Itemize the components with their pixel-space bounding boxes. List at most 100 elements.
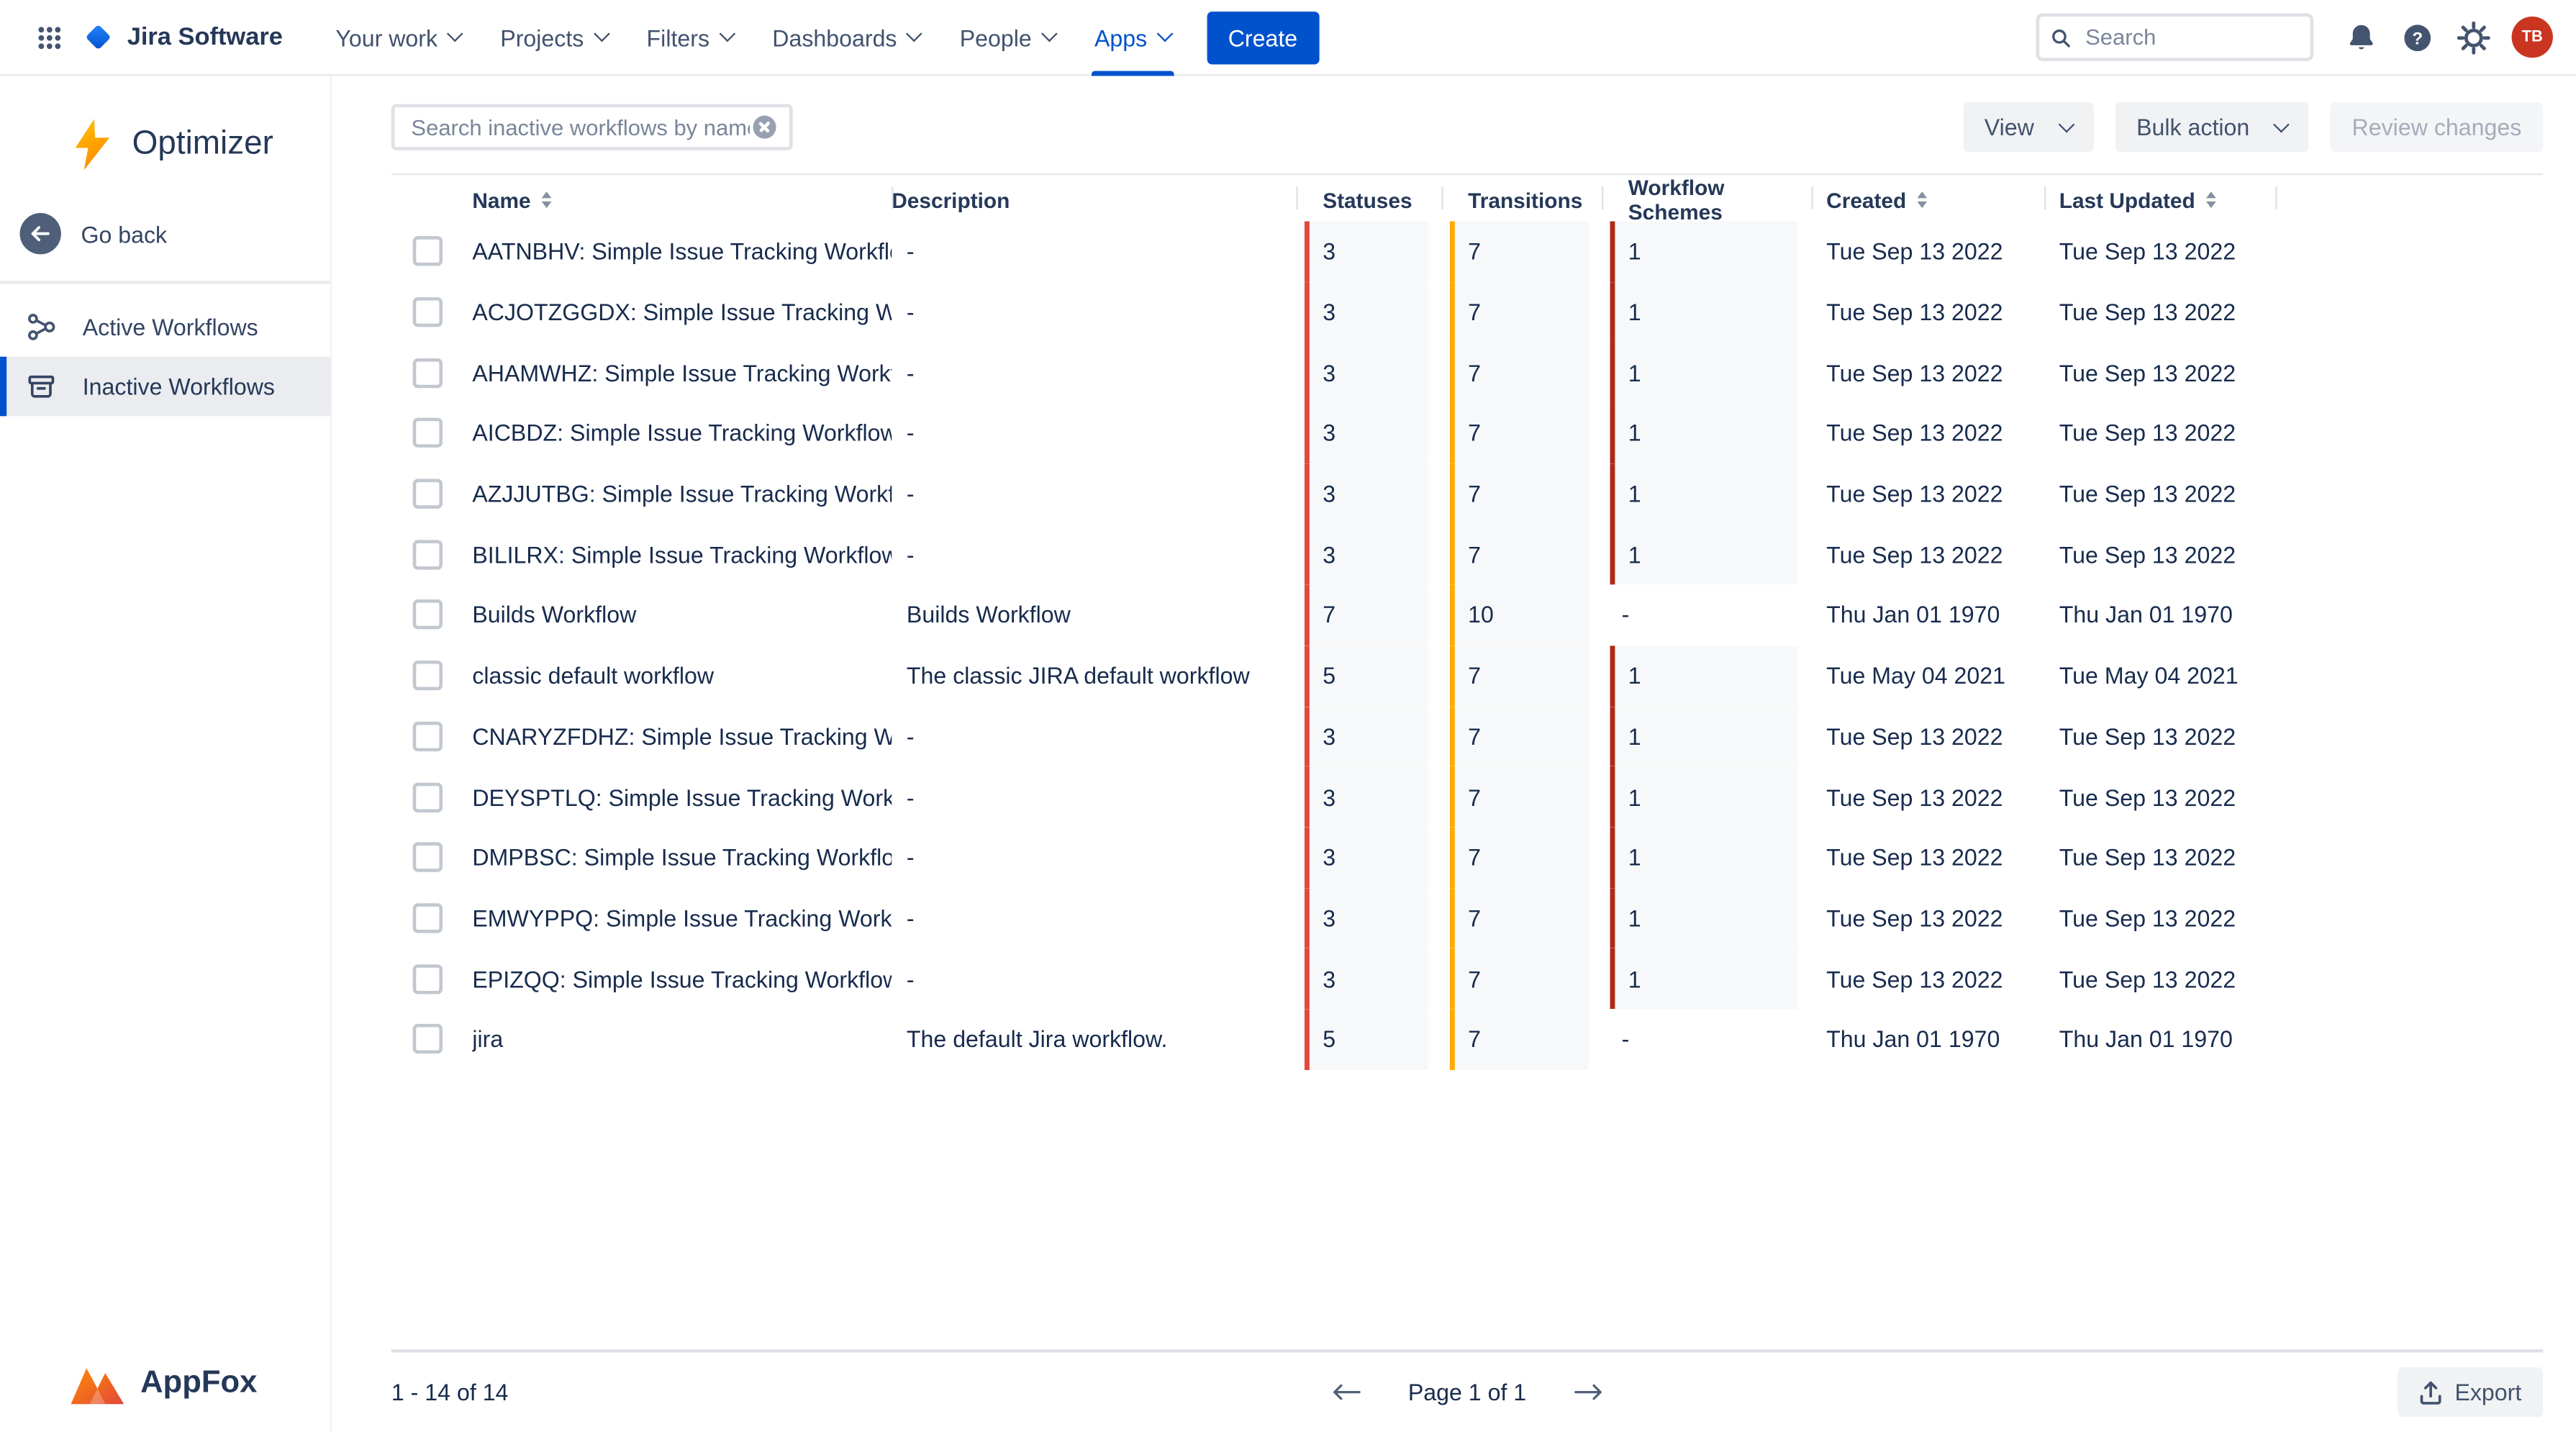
- prev-page-button[interactable]: [1329, 1379, 1364, 1405]
- settings-button[interactable]: [2447, 12, 2498, 63]
- row-created: Tue Sep 13 2022: [1812, 766, 2045, 827]
- row-schemes: 1: [1610, 706, 1799, 766]
- view-button[interactable]: View: [1963, 102, 2094, 152]
- row-name[interactable]: BILILRX: Simple Issue Tracking Workflow: [472, 524, 892, 584]
- row-description: -: [892, 463, 1296, 524]
- row-updated: Tue Sep 13 2022: [2044, 888, 2275, 948]
- next-page-button[interactable]: [1571, 1379, 1605, 1405]
- row-checkbox[interactable]: [413, 964, 443, 993]
- export-icon: [2418, 1379, 2441, 1404]
- row-name[interactable]: classic default workflow: [472, 645, 892, 706]
- table-footer: 1 - 14 of 14 Page 1 of 1 Exp: [391, 1349, 2543, 1432]
- archive-box-icon: [24, 370, 58, 403]
- sidebar-divider: [0, 281, 330, 284]
- table-row: AHAMWHZ: Simple Issue Tracking Workflow …: [391, 343, 2543, 403]
- row-checkbox[interactable]: [413, 297, 443, 327]
- nav-people[interactable]: People: [940, 0, 1074, 75]
- row-checkbox[interactable]: [413, 600, 443, 630]
- help-icon: ?: [2400, 21, 2434, 54]
- export-button[interactable]: Export: [2397, 1367, 2543, 1417]
- row-name[interactable]: DMPBSC: Simple Issue Tracking Workflow: [472, 827, 892, 887]
- go-back-button[interactable]: Go back: [0, 203, 330, 281]
- help-button[interactable]: ?: [2391, 12, 2442, 63]
- arrow-left-icon: [1332, 1382, 1360, 1402]
- row-checkbox[interactable]: [413, 722, 443, 751]
- column-created[interactable]: Created: [1812, 175, 2045, 225]
- jira-logo-icon: [83, 22, 114, 53]
- table-row: DMPBSC: Simple Issue Tracking Workflow -…: [391, 827, 2543, 887]
- row-created: Tue Sep 13 2022: [1812, 282, 2045, 343]
- row-name[interactable]: DEYSPTLQ: Simple Issue Tracking Workflow: [472, 766, 892, 827]
- sidebar-item-label: Inactive Workflows: [83, 373, 275, 400]
- workflow-search[interactable]: [391, 104, 793, 150]
- app-switcher-button[interactable]: [23, 12, 74, 63]
- global-search[interactable]: [2036, 13, 2314, 61]
- brand-label: Jira Software: [127, 23, 283, 51]
- row-name[interactable]: EMWYPPQ: Simple Issue Tracking Workflow: [472, 888, 892, 948]
- row-schemes: -: [1610, 1009, 1799, 1069]
- row-created: Thu Jan 01 1970: [1812, 585, 2045, 645]
- column-transitions[interactable]: Transitions: [1441, 175, 1602, 225]
- nav-your-work[interactable]: Your work: [316, 0, 481, 75]
- row-created: Tue Sep 13 2022: [1812, 888, 2045, 948]
- row-updated: Tue Sep 13 2022: [2044, 463, 2275, 524]
- review-changes-button[interactable]: Review changes: [2331, 102, 2543, 152]
- column-description[interactable]: Description: [892, 175, 1296, 225]
- table-row: BILILRX: Simple Issue Tracking Workflow …: [391, 524, 2543, 584]
- row-name[interactable]: EPIZQQ: Simple Issue Tracking Workflow: [472, 948, 892, 1009]
- nav-projects[interactable]: Projects: [481, 0, 627, 75]
- row-schemes: 1: [1610, 645, 1799, 706]
- row-name[interactable]: AICBDZ: Simple Issue Tracking Workflow: [472, 403, 892, 463]
- create-button[interactable]: Create: [1207, 11, 1319, 63]
- bulk-action-button[interactable]: Bulk action: [2115, 102, 2309, 152]
- row-name[interactable]: Builds Workflow: [472, 585, 892, 645]
- nav-filters[interactable]: Filters: [627, 0, 753, 75]
- row-description: -: [892, 282, 1296, 343]
- workflow-icon: [24, 310, 58, 343]
- row-description: -: [892, 706, 1296, 766]
- row-checkbox[interactable]: [413, 843, 443, 872]
- column-name[interactable]: Name: [472, 175, 892, 225]
- row-description: -: [892, 948, 1296, 1009]
- row-transitions: 10: [1450, 585, 1589, 645]
- row-updated: Tue Sep 13 2022: [2044, 524, 2275, 584]
- row-checkbox[interactable]: [413, 782, 443, 812]
- row-checkbox[interactable]: [413, 419, 443, 448]
- row-name[interactable]: CNARYZFDHZ: Simple Issue Tracking Workfl…: [472, 706, 892, 766]
- chevron-down-icon: [2274, 116, 2290, 132]
- row-checkbox[interactable]: [413, 358, 443, 387]
- row-checkbox[interactable]: [413, 540, 443, 569]
- sidebar-item-inactive-workflows[interactable]: Inactive Workflows: [0, 357, 330, 417]
- row-checkbox[interactable]: [413, 237, 443, 266]
- column-last-updated[interactable]: Last Updated: [2044, 175, 2275, 225]
- row-checkbox[interactable]: [413, 1024, 443, 1053]
- row-updated: Thu Jan 01 1970: [2044, 585, 2275, 645]
- workflow-search-input[interactable]: [408, 113, 753, 141]
- row-description: -: [892, 888, 1296, 948]
- row-name[interactable]: AHAMWHZ: Simple Issue Tracking Workflow: [472, 343, 892, 403]
- global-search-input[interactable]: [2082, 23, 2299, 51]
- sidebar-item-label: Active Workflows: [83, 314, 258, 340]
- row-checkbox[interactable]: [413, 479, 443, 509]
- row-statuses: 3: [1305, 343, 1428, 403]
- column-statuses[interactable]: Statuses: [1296, 175, 1441, 225]
- sidebar-nav: Active Workflows Inactive Workflows: [0, 297, 330, 416]
- row-checkbox[interactable]: [413, 661, 443, 690]
- row-name[interactable]: AZJJUTBG: Simple Issue Tracking Workflow: [472, 463, 892, 524]
- row-schemes: -: [1610, 585, 1799, 645]
- row-schemes: 1: [1610, 888, 1799, 948]
- row-checkbox[interactable]: [413, 903, 443, 933]
- nav-apps[interactable]: Apps: [1074, 0, 1189, 75]
- row-name[interactable]: jira: [472, 1009, 892, 1069]
- column-workflow-schemes[interactable]: Workflow Schemes: [1602, 175, 1811, 225]
- nav-dashboards[interactable]: Dashboards: [753, 0, 940, 75]
- jira-brand[interactable]: Jira Software: [83, 22, 283, 53]
- notifications-button[interactable]: [2335, 12, 2386, 63]
- row-name[interactable]: ACJOTZGGDX: Simple Issue Tracking Workfl…: [472, 282, 892, 343]
- clear-search-icon[interactable]: [753, 116, 776, 139]
- row-name[interactable]: AATNBHV: Simple Issue Tracking Workflow: [472, 222, 892, 282]
- sidebar-item-active-workflows[interactable]: Active Workflows: [0, 297, 330, 357]
- row-count: 1 - 14 of 14: [391, 1379, 509, 1405]
- appfox-label: AppFox: [140, 1366, 257, 1402]
- user-avatar[interactable]: TB: [2512, 17, 2553, 58]
